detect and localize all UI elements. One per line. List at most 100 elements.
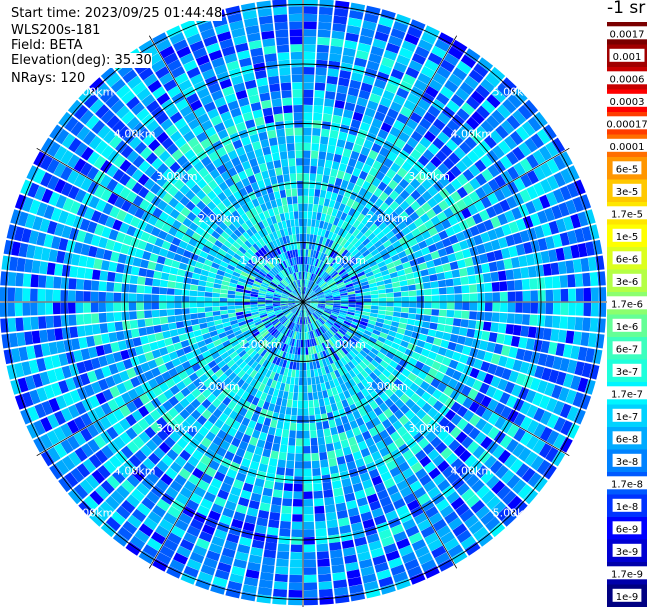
range-bin — [303, 499, 314, 507]
range-bin — [113, 302, 122, 312]
range-bin — [303, 536, 315, 545]
range-bin — [129, 275, 139, 284]
range-bin — [181, 302, 190, 308]
range-bin — [505, 269, 514, 280]
range-bin — [189, 307, 198, 314]
colorbar-unit: -1 sr — [607, 0, 646, 18]
range-bin — [311, 135, 320, 144]
range-bin — [303, 582, 318, 591]
range-bin — [288, 0, 303, 7]
range-bin — [175, 315, 184, 322]
range-bin — [582, 317, 591, 332]
range-bin — [289, 430, 296, 439]
range-bin — [298, 218, 303, 227]
range-bin — [268, 75, 280, 85]
range-bin — [590, 302, 599, 317]
ring-label: 3.00km — [408, 422, 450, 435]
range-bin — [303, 514, 314, 522]
range-bin — [431, 295, 440, 302]
range-bin — [324, 98, 335, 108]
range-bin — [234, 302, 243, 306]
range-bin — [507, 291, 516, 302]
range-bin — [321, 466, 330, 476]
range-bin — [136, 310, 145, 319]
range-bin — [401, 302, 410, 308]
range-bin — [303, 446, 311, 454]
range-bin — [289, 567, 303, 575]
range-bin — [317, 158, 326, 168]
range-bin — [262, 556, 276, 566]
range-bin — [424, 302, 432, 309]
range-bin — [469, 293, 478, 302]
range-bin — [159, 302, 167, 310]
ring-label: 3.00km — [156, 422, 198, 435]
range-bin — [128, 293, 137, 302]
range-bin — [458, 327, 468, 337]
range-bin — [303, 529, 315, 537]
range-bin — [130, 266, 140, 276]
ring-label: 2.00km — [198, 380, 240, 393]
range-bin — [340, 299, 349, 302]
range-bin — [314, 505, 325, 514]
range-bin — [282, 429, 290, 438]
range-bin — [286, 143, 295, 152]
range-bin — [466, 266, 476, 276]
range-bin — [461, 285, 470, 294]
range-bin — [452, 318, 462, 327]
range-bin — [423, 308, 432, 316]
range-bin — [0, 302, 8, 317]
range-bin — [505, 324, 514, 335]
range-bin — [303, 400, 309, 409]
range-bin — [250, 302, 258, 305]
range-bin — [318, 581, 333, 590]
range-bin — [469, 311, 477, 320]
ring-label: 2.00km — [198, 212, 240, 225]
range-bin — [288, 13, 303, 22]
range-bin — [45, 315, 54, 329]
range-bin — [453, 285, 462, 294]
range-bin — [386, 306, 394, 312]
range-bin — [318, 14, 333, 23]
range-bin — [212, 302, 220, 307]
range-bin — [196, 296, 205, 302]
range-bin — [166, 309, 175, 316]
range-bin — [340, 302, 349, 305]
range-bin — [288, 589, 303, 598]
range-bin — [514, 279, 523, 291]
range-bin — [294, 218, 299, 227]
range-bin — [303, 521, 315, 530]
colorbar-label: 0.00017 — [607, 119, 647, 130]
range-bin — [278, 451, 287, 461]
colorbar-label: 3e-9 — [616, 547, 639, 558]
range-bin — [431, 288, 440, 295]
range-bin — [298, 211, 303, 219]
range-bin — [292, 82, 303, 90]
range-bin — [278, 143, 287, 153]
range-bin — [45, 275, 54, 289]
range-bin — [151, 302, 159, 310]
range-bin — [297, 195, 303, 204]
range-bin — [466, 328, 476, 338]
range-bin — [54, 263, 64, 276]
range-bin — [60, 315, 69, 327]
range-bin — [557, 261, 567, 275]
range-bin — [76, 278, 85, 290]
range-bin — [91, 280, 100, 291]
range-bin — [312, 128, 321, 136]
range-bin — [512, 324, 522, 336]
range-bin — [430, 281, 439, 289]
range-bin — [469, 284, 477, 293]
range-bin — [308, 188, 315, 197]
range-bin — [151, 286, 160, 294]
range-bin — [298, 392, 303, 401]
range-bin — [557, 329, 567, 343]
range-bin — [174, 302, 182, 309]
range-bin — [299, 233, 303, 242]
range-bin — [437, 279, 447, 288]
range-bin — [286, 135, 295, 144]
range-bin — [313, 498, 324, 507]
range-bin — [303, 6, 318, 15]
range-bin — [303, 142, 311, 151]
ring-label: 5.00km — [72, 506, 114, 519]
range-bin — [303, 82, 314, 90]
